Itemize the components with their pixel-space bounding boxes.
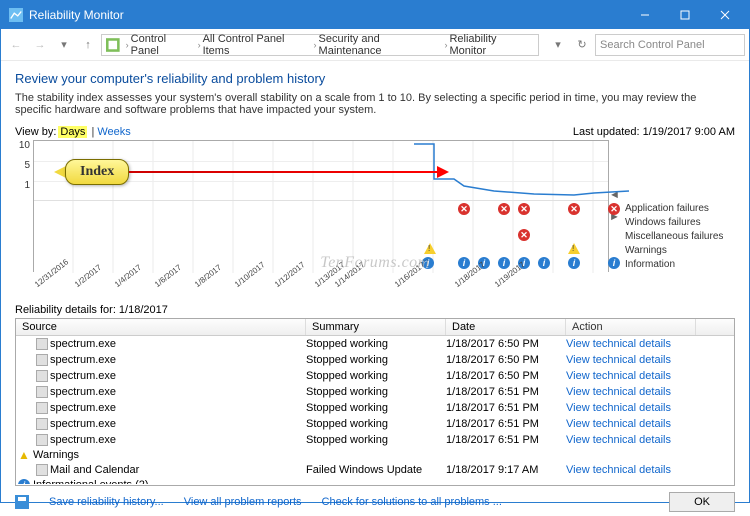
maximize-button[interactable]: [665, 1, 705, 29]
warning-marker[interactable]: !: [568, 243, 580, 254]
table-row[interactable]: spectrum.exeStopped working1/18/2017 6:5…: [16, 336, 734, 352]
refresh-button[interactable]: ↻: [571, 34, 593, 56]
close-button[interactable]: [705, 1, 745, 29]
recent-dropdown[interactable]: ▾: [53, 34, 75, 56]
breadcrumb-item[interactable]: Reliability Monitor: [449, 33, 534, 57]
action-link[interactable]: View technical details: [566, 386, 696, 398]
table-row[interactable]: spectrum.exeStopped working1/18/2017 6:5…: [16, 400, 734, 416]
info-marker[interactable]: i: [608, 257, 620, 269]
table-header: Source Summary Date Action: [16, 319, 734, 336]
viewby-label: View by:: [15, 126, 56, 138]
details-table: Source Summary Date Action spectrum.exeS…: [15, 318, 735, 486]
action-link[interactable]: View technical details: [566, 338, 696, 350]
error-marker[interactable]: ✕: [518, 229, 530, 241]
breadcrumb-dropdown[interactable]: ▾: [547, 34, 569, 56]
stability-chart: 10 5 1 Index ✕ ✕: [15, 140, 735, 272]
action-link[interactable]: View technical details: [566, 464, 696, 476]
warning-marker[interactable]: !: [424, 243, 436, 254]
group-header-warnings: ▲Warnings: [16, 448, 734, 462]
search-input[interactable]: Search Control Panel: [595, 34, 745, 56]
chart-row-labels: Application failures Windows failures Mi…: [619, 140, 735, 272]
error-marker[interactable]: ✕: [458, 203, 470, 215]
nav-bar: ← → ▾ ↑ › Control Panel › All Control Pa…: [1, 29, 749, 61]
back-button[interactable]: ←: [5, 34, 27, 56]
table-row[interactable]: spectrum.exeStopped working1/18/2017 6:5…: [16, 432, 734, 448]
last-updated: Last updated: 1/19/2017 9:00 AM: [573, 126, 735, 138]
breadcrumb[interactable]: › Control Panel › All Control Panel Item…: [101, 34, 539, 56]
error-marker[interactable]: ✕: [498, 203, 510, 215]
save-icon: [15, 495, 29, 509]
search-placeholder: Search Control Panel: [600, 39, 705, 51]
action-link[interactable]: View technical details: [566, 402, 696, 414]
action-link[interactable]: View technical details: [566, 354, 696, 366]
index-callout: Index: [54, 159, 439, 185]
viewby-weeks[interactable]: Weeks: [91, 126, 130, 138]
group-header-info: iInformational events (2): [16, 478, 734, 484]
error-marker[interactable]: ✕: [568, 203, 580, 215]
window-title: Reliability Monitor: [29, 8, 625, 22]
up-button[interactable]: ↑: [77, 34, 99, 56]
ok-button[interactable]: OK: [669, 492, 735, 512]
table-row[interactable]: spectrum.exeStopped working1/18/2017 6:5…: [16, 416, 734, 432]
page-heading: Review your computer's reliability and p…: [15, 71, 735, 86]
chart-body[interactable]: Index ✕ ✕ ✕ ✕ ✕ ✕ ! ! i i i i: [33, 140, 609, 272]
table-row[interactable]: spectrum.exeStopped working1/18/2017 6:5…: [16, 368, 734, 384]
breadcrumb-item[interactable]: Security and Maintenance: [319, 33, 443, 57]
info-marker[interactable]: i: [538, 257, 550, 269]
details-label: Reliability details for: 1/18/2017: [15, 304, 735, 316]
viewby-days[interactable]: Days: [58, 126, 87, 138]
error-marker[interactable]: ✕: [608, 203, 620, 215]
check-solutions-link[interactable]: Check for solutions to all problems ...: [322, 496, 502, 508]
arrow-annotation: [129, 171, 439, 173]
breadcrumb-item[interactable]: Control Panel: [131, 33, 196, 57]
table-row[interactable]: spectrum.exeStopped working1/18/2017 6:5…: [16, 384, 734, 400]
save-link[interactable]: Save reliability history...: [49, 496, 164, 508]
table-body[interactable]: spectrum.exeStopped working1/18/2017 6:5…: [16, 336, 734, 484]
view-all-link[interactable]: View all problem reports: [184, 496, 302, 508]
minimize-button[interactable]: [625, 1, 665, 29]
title-bar: Reliability Monitor: [1, 1, 749, 29]
content-area: Review your computer's reliability and p…: [1, 61, 749, 488]
info-marker[interactable]: i: [498, 257, 510, 269]
footer: Save reliability history... View all pro…: [1, 488, 749, 516]
info-marker[interactable]: i: [458, 257, 470, 269]
error-marker[interactable]: ✕: [518, 203, 530, 215]
table-row[interactable]: Mail and CalendarFailed Windows Update1/…: [16, 462, 734, 478]
action-link[interactable]: View technical details: [566, 370, 696, 382]
control-panel-icon: [106, 38, 120, 52]
info-marker[interactable]: i: [568, 257, 580, 269]
table-row[interactable]: spectrum.exeStopped working1/18/2017 6:5…: [16, 352, 734, 368]
app-icon: [9, 8, 23, 22]
y-axis: 10 5 1: [15, 140, 33, 272]
action-link[interactable]: View technical details: [566, 434, 696, 446]
chart-line-area: Index: [34, 141, 608, 201]
forward-button[interactable]: →: [29, 34, 51, 56]
action-link[interactable]: View technical details: [566, 418, 696, 430]
breadcrumb-item[interactable]: All Control Panel Items: [203, 33, 312, 57]
x-axis: 12/31/2016 1/2/2017 1/4/2017 1/6/2017 1/…: [33, 272, 735, 300]
page-subtext: The stability index assesses your system…: [15, 92, 735, 116]
